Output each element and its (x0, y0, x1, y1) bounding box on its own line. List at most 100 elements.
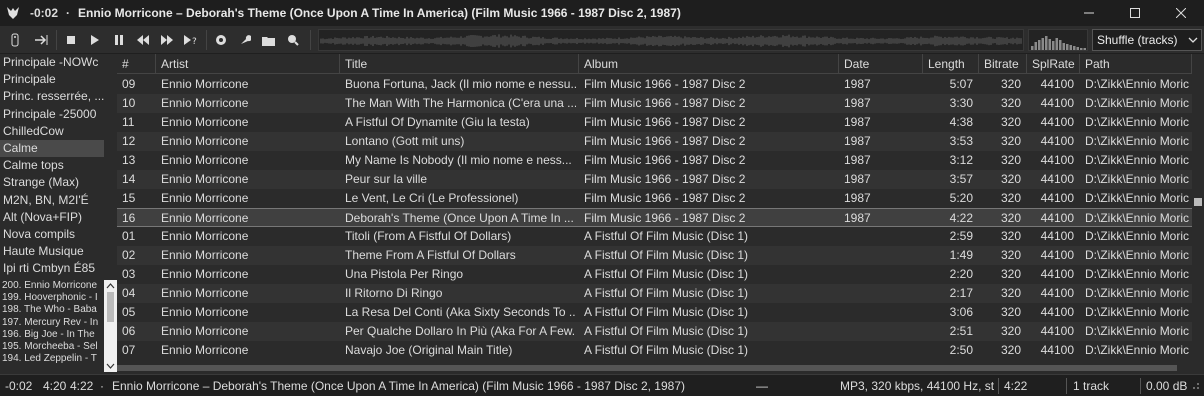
table-row-now-playing[interactable]: 16 Ennio Morricone Deborah's Theme (Once U… (117, 208, 1192, 227)
cell-title: A Fistful Of Dynamite (Giu la testa) (345, 115, 530, 129)
history-item[interactable]: 196. Big Joe - In The (0, 329, 104, 341)
column-album-header[interactable]: Album (579, 54, 839, 74)
seekbar-waveform[interactable] (318, 29, 1024, 51)
playlist-item[interactable]: Principale (0, 71, 104, 88)
playlist-item[interactable]: Principale -NOWc (0, 54, 104, 71)
toolbar-separator (56, 30, 57, 50)
history-scrollbar[interactable] (104, 280, 117, 372)
table-row[interactable]: 04 Ennio Morricone Il Ritorno Di Ringo A Fi… (117, 284, 1192, 303)
playlist-item[interactable]: M2N, BN, M2I'É (0, 192, 104, 209)
column-title-header[interactable]: Title (340, 54, 579, 74)
cursor-follows-playback-icon[interactable] (30, 28, 52, 52)
history-item[interactable]: 199. Hooverphonic - I (0, 292, 104, 304)
cell-title: Lontano (Gott mit uns) (345, 134, 465, 148)
table-row[interactable]: 12 Ennio Morricone Lontano (Gott mit uns) F… (117, 132, 1192, 151)
column-artist-header[interactable]: Artist (156, 54, 340, 74)
cell-album: A Fistful Of Film Music (Disc 1) (584, 267, 749, 281)
cell-album: A Fistful Of Film Music (Disc 1) (584, 343, 749, 357)
cell-date: 1987 (844, 115, 871, 129)
previous-button[interactable] (132, 28, 154, 52)
cell-splrate: 44100 (1040, 115, 1074, 129)
table-row[interactable]: 10 Ennio Morricone The Man With The Harmon… (117, 94, 1192, 113)
cell-album: A Fistful Of Film Music (Disc 1) (584, 324, 749, 338)
column-path-header[interactable]: Path (1080, 54, 1192, 74)
wrench-icon[interactable] (234, 28, 256, 52)
cell-artist: Ennio Morricone (161, 229, 249, 243)
table-row[interactable]: 13 Ennio Morricone My Name Is Nobody (Il m… (117, 151, 1192, 170)
table-row[interactable]: 09 Ennio Morricone Buona Fortuna, Jack (Il… (117, 75, 1192, 94)
playlist-item[interactable]: Ipi rti Cmbyn É85 (0, 260, 104, 277)
close-button[interactable] (1158, 0, 1204, 26)
column-splrate-header[interactable]: SplRate (1027, 54, 1080, 74)
cell-title: The Man With The Harmonica (C'era una ..… (345, 96, 576, 110)
folder-icon[interactable] (258, 28, 280, 52)
cell-splrate: 44100 (1040, 96, 1074, 110)
history-item[interactable]: 197. Mercury Rev - In (0, 317, 104, 329)
table-row[interactable]: 03 Ennio Morricone Una Pistola Per Ringo A … (117, 265, 1192, 284)
playlist-item[interactable]: ChilledCow (0, 123, 104, 140)
column-number-header[interactable]: # (117, 54, 156, 74)
cell-album: A Fistful Of Film Music (Disc 1) (584, 286, 749, 300)
playlist-item[interactable]: Alt (Nova+FIP) (0, 209, 104, 226)
column-date-header[interactable]: Date (839, 54, 923, 74)
cell-path: D:\Zikk\Ennio Moric (1085, 267, 1189, 281)
history-item[interactable]: 198. The Who - Baba (0, 304, 104, 316)
scrollbar-thumb[interactable] (1194, 198, 1202, 206)
playlist-item[interactable]: Princ. resserrée, ... (0, 88, 104, 105)
playlist-item[interactable]: Haute Musique (0, 243, 104, 260)
playlist-item[interactable]: Calme (0, 139, 104, 158)
vertical-scrollbar[interactable] (1192, 54, 1204, 374)
cell-artist: Ennio Morricone (161, 172, 249, 186)
spectrum-visualizer (1028, 29, 1088, 51)
pause-button[interactable] (108, 28, 130, 52)
status-format: MP3, 320 kbps, 44100 Hz, stereo (840, 379, 994, 393)
table-row[interactable]: 05 Ennio Morricone La Resa Del Conti (Aka … (117, 303, 1192, 322)
minimize-button[interactable] (1066, 0, 1112, 26)
cell-date: 1987 (844, 153, 871, 167)
table-row[interactable]: 07 Ennio Morricone Navajo Joe (Original Ma… (117, 341, 1192, 360)
playlist-item[interactable]: Strange (Max) (0, 174, 104, 191)
cell-splrate: 44100 (1040, 324, 1074, 338)
remote-icon[interactable] (4, 28, 26, 52)
cell-bitrate: 320 (1000, 305, 1021, 319)
random-button[interactable]: ? (180, 28, 202, 52)
spectrum-bar (1041, 38, 1044, 50)
stop-button[interactable] (60, 28, 82, 52)
table-row[interactable]: 01 Ennio Morricone Titoli (From A Fistful … (117, 227, 1192, 246)
column-bitrate-header[interactable]: Bitrate (979, 54, 1027, 74)
history-item[interactable]: 200. Ennio Morricone (0, 280, 104, 292)
playback-order-value: Shuffle (tracks) (1097, 33, 1178, 47)
table-row[interactable]: 14 Ennio Morricone Peur sur la ville Film M… (117, 170, 1192, 189)
table-row[interactable]: 06 Ennio Morricone Per Qualche Dollaro In … (117, 322, 1192, 341)
maximize-button[interactable] (1112, 0, 1158, 26)
playback-order-select[interactable]: Shuffle (tracks) (1092, 29, 1202, 51)
cell-bitrate: 320 (1000, 96, 1021, 110)
status-dash: — (756, 379, 768, 393)
table-row[interactable]: 11 Ennio Morricone A Fistful Of Dynamite (… (117, 113, 1192, 132)
search-icon[interactable] (282, 28, 304, 52)
table-row[interactable]: 02 Ennio Morricone Theme From A Fistful Of… (117, 246, 1192, 265)
cell-title: Buona Fortuna, Jack (Il mio nome e nessu… (345, 77, 576, 91)
play-button[interactable] (84, 28, 106, 52)
column-length-header[interactable]: Length (923, 54, 979, 74)
spectrum-bar (1031, 46, 1034, 50)
table-row[interactable]: 15 Ennio Morricone Le Vent, Le Cri (Le Pro… (117, 189, 1192, 208)
horizontal-scrollbar[interactable] (117, 362, 1192, 374)
title-time: -0:02 (30, 6, 59, 20)
scrollbar-thumb[interactable] (117, 365, 1177, 371)
cell-title: Titoli (From A Fistful Of Dollars) (345, 229, 512, 243)
app-icon[interactable] (0, 0, 26, 26)
playlist-item[interactable]: Nova compils (0, 226, 104, 243)
history-item[interactable]: 194. Led Zeppelin - T (0, 353, 104, 365)
next-button[interactable] (156, 28, 178, 52)
playlist-view: # Artist Title Album Date Length Bitrate SplRat… (117, 54, 1204, 374)
title-dot: · (66, 6, 71, 20)
playlist-item[interactable]: Principale -25000 (0, 106, 104, 123)
history-item[interactable]: 195. Morcheeba - Sel (0, 341, 104, 353)
cell-length: 5:20 (949, 191, 973, 205)
playlist-item[interactable]: Calme tops (0, 157, 104, 174)
record-icon[interactable] (210, 28, 232, 52)
cell-num: 07 (122, 343, 136, 357)
resize-grip-icon[interactable] (1190, 375, 1200, 396)
cell-album: Film Music 1966 - 1987 Disc 2 (584, 134, 746, 148)
